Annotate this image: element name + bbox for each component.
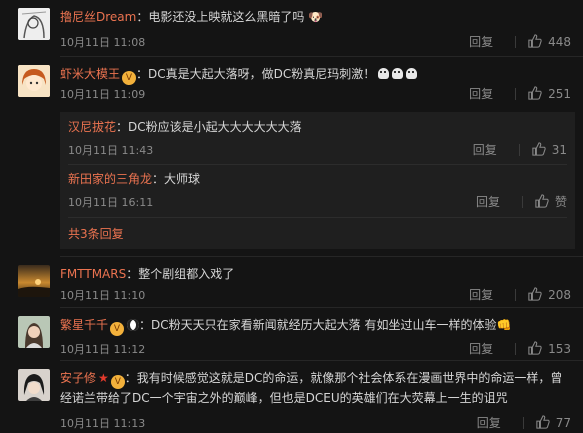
divider — [515, 288, 517, 301]
thumbs-up-icon — [535, 194, 549, 208]
reply-button[interactable]: 回复 — [469, 85, 493, 102]
username-link[interactable]: 新田家的三角龙 — [68, 172, 152, 186]
like-count: 448 — [548, 35, 571, 49]
timestamp: 10月11日 11:43 — [68, 144, 154, 157]
reply-button[interactable]: 回复 — [469, 286, 493, 303]
woman-portrait-avatar[interactable] — [18, 316, 50, 348]
comment-feed: 撸尼丝Dream：电影还没上映就这么黑暗了吗 🐶 10月11日 11:08 回复… — [0, 0, 583, 433]
comment-text: 我有时候感觉这就是DC的命运，就像那个社会体系在漫画世界中的命运一样，曾 — [136, 371, 563, 385]
thumbs-up-icon — [528, 287, 542, 301]
reply-text: DC粉应该是小起大大大大大大落 — [128, 120, 302, 134]
username-link[interactable]: 汉尼拔花 — [68, 120, 116, 134]
divider — [515, 87, 517, 100]
separator: ： — [126, 267, 139, 281]
separator: ： — [136, 10, 149, 24]
divider — [515, 342, 517, 355]
comment-item: FMTTMARS：整个剧组都入戏了 10月11日 11:10 回复 208 — [0, 257, 583, 307]
reply-button[interactable]: 回复 — [469, 340, 493, 357]
sunset-landscape-avatar[interactable] — [18, 265, 50, 297]
timestamp: 10月11日 11:09 — [60, 88, 146, 101]
comment-text: 电影还没上映就这么黑暗了吗 — [148, 10, 305, 24]
sketch-portrait-avatar[interactable] — [18, 8, 50, 40]
separator: ： — [139, 318, 152, 332]
like-count: 251 — [548, 87, 571, 101]
separator: ： — [124, 371, 137, 385]
thumbs-up-icon — [528, 34, 542, 48]
reply-item: 汉尼拔花：DC粉应该是小起大大大大大大落 — [68, 118, 575, 136]
thumbs-up-icon — [532, 142, 546, 156]
comment-item: 安子修 ★ V ：我有时候感觉这就是DC的命运，就像那个社会体系在漫画世界中的命运一样… — [0, 361, 583, 433]
username-link[interactable]: 撸尼丝Dream — [60, 10, 136, 24]
like-button[interactable]: 77 — [536, 415, 571, 430]
ghost-emoji-icon — [375, 67, 418, 81]
comment-line: 撸尼丝Dream：电影还没上映就这么黑暗了吗 🐶 — [60, 8, 571, 26]
comment-line: 繁星千千 V ：DC粉天天只在家看新闻就经历大起大落 有如坐过山车一样的体验👊 — [60, 316, 571, 336]
timestamp: 10月11日 11:13 — [60, 417, 146, 430]
like-count: 77 — [555, 416, 571, 430]
like-button[interactable]: 251 — [528, 86, 571, 101]
panda-emoji-icon — [127, 319, 140, 331]
timestamp: 10月11日 11:12 — [60, 343, 146, 356]
vip-badge-icon: V — [110, 322, 125, 336]
vip-badge-icon: V — [122, 71, 137, 85]
dark-hair-portrait-avatar[interactable] — [18, 369, 50, 401]
like-button[interactable]: 208 — [528, 287, 571, 302]
like-count: 208 — [548, 288, 571, 302]
divider — [521, 195, 523, 208]
username-link[interactable]: 安子修 — [60, 371, 96, 385]
like-button[interactable]: 153 — [528, 341, 571, 356]
reply-button[interactable]: 回复 — [469, 33, 493, 50]
comment-item: 虾米大模王 V ：DC真是大起大落呀，做DC粉真尼玛刺激！ 10月11日 11:09… — [0, 57, 583, 255]
timestamp: 10月11日 11:08 — [60, 36, 146, 49]
like-count: 赞 — [554, 195, 567, 209]
comment-line: 经诺兰带给了DC一个宇宙之外的巅峰，但也是DCEU的英雄们在大荧幕上一生的诅咒 — [60, 391, 508, 405]
comment-line: FMTTMARS：整个剧组都入戏了 — [60, 265, 571, 283]
divider — [68, 217, 567, 218]
vip-badge-icon: V — [110, 375, 125, 389]
divider — [518, 143, 520, 156]
divider — [68, 164, 567, 165]
separator: ： — [116, 120, 129, 134]
comment-line: 虾米大模王 V ：DC真是大起大落呀，做DC粉真尼玛刺激！ — [60, 65, 571, 85]
comment-text: DC粉天天只在家看新闻就经历大起大落 有如坐过山车一样的体验 — [151, 318, 497, 332]
like-button[interactable]: 31 — [532, 142, 567, 157]
like-count: 31 — [551, 143, 567, 157]
username-link[interactable]: 繁星千千 — [60, 318, 108, 332]
comment-item: 撸尼丝Dream：电影还没上映就这么黑暗了吗 🐶 10月11日 11:08 回复… — [0, 0, 583, 55]
doge-emoji-icon: 🐶 — [304, 10, 324, 24]
divider — [515, 35, 517, 48]
comment-text: 整个剧组都入戏了 — [138, 267, 235, 281]
reply-button[interactable]: 回复 — [477, 414, 501, 431]
thumbs-up-icon — [528, 86, 542, 100]
like-count: 153 — [548, 342, 571, 356]
reply-text: 大师球 — [164, 172, 201, 186]
username-link[interactable]: FMTTMARS — [60, 267, 126, 281]
more-replies-link[interactable]: 共3条回复 — [68, 225, 124, 242]
thumbs-up-icon — [528, 341, 542, 355]
divider — [522, 416, 524, 429]
fist-emoji-icon: 👊 — [496, 318, 512, 332]
separator: ： — [136, 67, 149, 81]
timestamp: 10月11日 11:10 — [60, 289, 146, 302]
timestamp: 10月11日 16:11 — [68, 196, 154, 209]
reply-button[interactable]: 回复 — [476, 193, 500, 210]
like-button[interactable]: 赞 — [535, 193, 567, 210]
replies-panel: 汉尼拔花：DC粉应该是小起大大大大大大落 10月11日 11:43 回复 31 … — [60, 112, 575, 249]
like-button[interactable]: 448 — [528, 34, 571, 49]
reply-button[interactable]: 回复 — [473, 141, 497, 158]
comment-item: 繁星千千 V ：DC粉天天只在家看新闻就经历大起大落 有如坐过山车一样的体验👊 10… — [0, 308, 583, 360]
comment-text: DC真是大起大落呀，做DC粉真尼玛刺激！ — [148, 67, 376, 81]
separator: ： — [152, 172, 165, 186]
cartoon-girl-avatar[interactable] — [18, 65, 50, 97]
star-icon: ★ — [98, 371, 109, 385]
reply-item: 新田家的三角龙：大师球 — [68, 170, 575, 188]
thumbs-up-icon — [536, 415, 550, 429]
comment-line: 安子修 ★ V ：我有时候感觉这就是DC的命运，就像那个社会体系在漫画世界中的命运一样… — [60, 369, 571, 389]
username-link[interactable]: 虾米大模王 — [60, 67, 120, 81]
